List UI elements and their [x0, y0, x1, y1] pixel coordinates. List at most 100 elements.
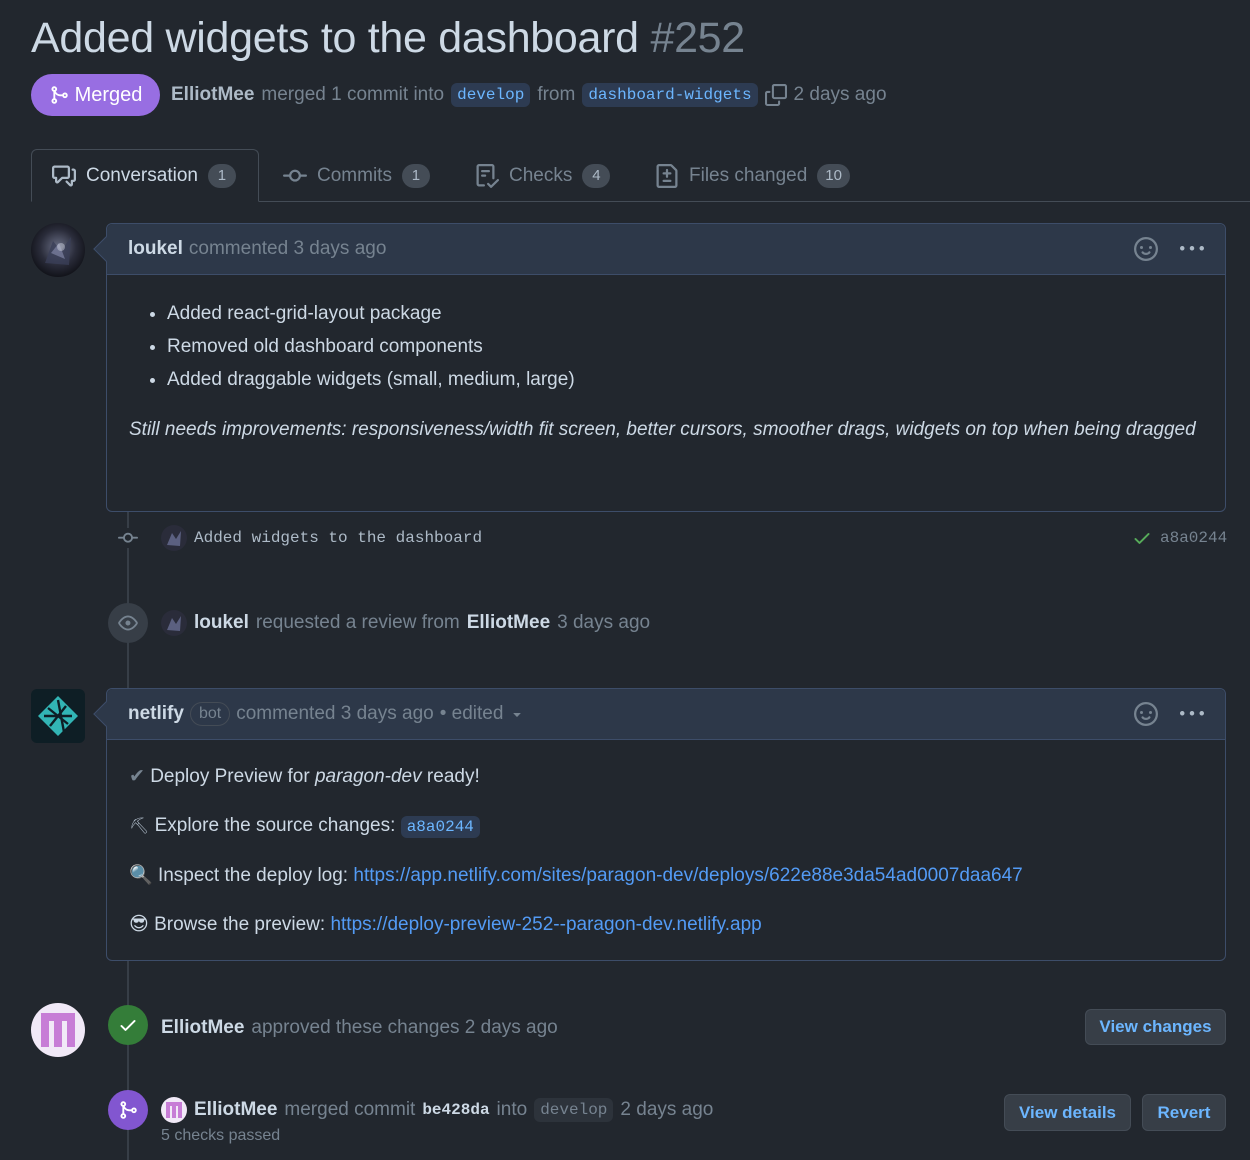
merge-text-1: merged commit	[284, 1099, 416, 1120]
tab-conversation[interactable]: Conversation 1	[31, 149, 259, 202]
deploy-ready-line: ✔ Deploy Preview for paragon-dev ready!	[129, 764, 1203, 790]
pr-number: #252	[650, 14, 745, 62]
tab-files-changed[interactable]: Files changed 10	[655, 149, 850, 202]
comment-card-netlify: netlify bot commented 3 days ago • edite…	[93, 688, 1226, 962]
check-icon	[120, 1020, 136, 1031]
comment-actions	[1134, 237, 1204, 261]
source-sha-link[interactable]: a8a0244	[400, 816, 480, 838]
line-prefix: Deploy Preview for	[150, 766, 310, 787]
merge-commit-sha[interactable]: be428da	[422, 1101, 489, 1119]
review-request-badge	[108, 603, 148, 643]
comment-note: Still needs improvements: responsiveness…	[129, 419, 1196, 440]
preview-line: 😎 Browse the preview: https://deploy-pre…	[129, 912, 1203, 938]
bot-label: bot	[189, 702, 231, 726]
comment-header: netlify bot commented 3 days ago • edite…	[107, 689, 1225, 740]
avatar-elliotmee-small[interactable]	[161, 1097, 187, 1123]
merge-event: ElliotMee merged commit be428da into dev…	[161, 1096, 713, 1124]
smiley-icon[interactable]	[1134, 237, 1158, 261]
comment-meta[interactable]: commented 3 days ago	[189, 238, 387, 260]
commit-event: Added widgets to the dashboard	[161, 525, 482, 551]
heavy-check-icon: ✔	[129, 766, 145, 787]
comment-author[interactable]: loukel	[128, 238, 183, 260]
reviewer-name[interactable]: ElliotMee	[467, 612, 550, 634]
kebab-horizontal-icon[interactable]	[1180, 237, 1204, 261]
merge-time: 2 days ago	[793, 84, 887, 105]
kebab-horizontal-icon[interactable]	[1180, 702, 1204, 726]
approval-event: ElliotMee approved these changes 2 days …	[161, 1014, 558, 1042]
tab-commits[interactable]: Commits 1	[283, 149, 430, 202]
avatar-loukel-small[interactable]	[161, 525, 187, 551]
merged-status-label: Merged	[74, 83, 143, 106]
comment-meta[interactable]: commented 3 days ago	[236, 703, 434, 725]
view-details-button[interactable]: View details	[1004, 1094, 1131, 1131]
avatar-elliotmee[interactable]	[31, 1003, 85, 1057]
merge-base-branch[interactable]: develop	[534, 1098, 614, 1122]
avatar-loukel-small[interactable]	[161, 610, 187, 636]
edited-indicator[interactable]: • edited	[440, 703, 504, 725]
commit-message[interactable]: Added widgets to the dashboard	[194, 529, 482, 547]
from-text: from	[537, 84, 576, 105]
checks-passed-text: 5 checks passed	[161, 1127, 281, 1144]
source-changes-line: ⛏ Explore the source changes: a8a0244	[129, 813, 1203, 840]
view-changes-button[interactable]: View changes	[1085, 1009, 1226, 1045]
avatar-netlify[interactable]	[31, 689, 85, 743]
merge-text: merged 1 commit into	[261, 84, 445, 105]
list-item: Removed old dashboard components	[167, 330, 1203, 363]
line-suffix: ready!	[426, 766, 480, 787]
comment-body: ✔ Deploy Preview for paragon-dev ready! …	[107, 740, 1225, 962]
merge-actor[interactable]: ElliotMee	[194, 1099, 277, 1121]
triangle-down-icon[interactable]	[509, 706, 525, 722]
git-merge-icon	[120, 1101, 137, 1119]
approval-actor[interactable]: ElliotMee	[161, 1017, 244, 1039]
merge-event-time[interactable]: 2 days ago	[620, 1099, 713, 1121]
review-time[interactable]: 3 days ago	[557, 612, 650, 634]
copy-icon[interactable]	[764, 84, 787, 106]
review-text: requested a review from	[255, 612, 460, 633]
check-icon[interactable]	[1132, 528, 1152, 548]
tab-checks-count: 4	[582, 163, 611, 188]
merger-username[interactable]: ElliotMee	[171, 84, 254, 106]
hammer-icon: ⛏	[129, 818, 150, 835]
tab-conversation-label: Conversation	[86, 164, 198, 186]
netlify-logo-icon	[38, 696, 78, 736]
merged-status-badge: Merged	[31, 74, 160, 116]
head-branch[interactable]: dashboard-widgets	[582, 83, 758, 107]
pr-title-text: Added widgets to the dashboard	[31, 14, 639, 62]
line-prefix: Explore the source changes:	[154, 815, 396, 836]
review-request-event: loukel requested a review from ElliotMee…	[161, 609, 650, 637]
list-item: Added draggable widgets (small, medium, …	[167, 363, 1203, 396]
tab-checks[interactable]: Checks 4	[475, 149, 611, 202]
checklist-icon	[476, 163, 499, 188]
magnifier-icon: 🔍	[129, 865, 153, 886]
tab-commits-label: Commits	[317, 164, 392, 186]
pr-meta-line: ElliotMee merged 1 commit into develop f…	[171, 80, 887, 110]
tab-conversation-count: 1	[207, 163, 236, 188]
review-actor[interactable]: loukel	[194, 612, 249, 634]
comment-card-loukel: loukel commented 3 days ago Added react-…	[93, 223, 1226, 512]
revert-button[interactable]: Revert	[1142, 1094, 1226, 1131]
pr-title: Added widgets to the dashboard #252	[31, 14, 745, 63]
commit-sha[interactable]: a8a0244	[1160, 529, 1227, 547]
tab-commits-count: 1	[401, 163, 430, 188]
comment-author[interactable]: netlify	[128, 703, 184, 725]
smiley-icon[interactable]	[1134, 702, 1158, 726]
deploy-log-line: 🔍 Inspect the deploy log: https://app.ne…	[129, 863, 1203, 889]
git-commit-icon	[283, 169, 307, 182]
line-prefix: Inspect the deploy log:	[157, 865, 349, 886]
comment-actions	[1134, 702, 1204, 726]
avatar-loukel[interactable]	[31, 223, 85, 277]
tab-files-changed-count: 10	[817, 163, 850, 188]
comment-discussion-icon	[52, 165, 76, 186]
comment-body: Added react-grid-layout package Removed …	[107, 275, 1225, 466]
base-branch[interactable]: develop	[451, 83, 531, 107]
line-prefix: Browse the preview:	[154, 914, 326, 935]
deploy-log-link[interactable]: https://app.netlify.com/sites/paragon-de…	[353, 865, 1022, 886]
git-commit-icon	[118, 532, 138, 543]
merge-text-2: into	[496, 1099, 528, 1120]
git-merge-icon	[51, 86, 68, 104]
comment-header: loukel commented 3 days ago	[107, 224, 1225, 275]
tab-checks-label: Checks	[509, 164, 573, 186]
eye-icon	[118, 615, 138, 631]
list-item: Added react-grid-layout package	[167, 297, 1203, 330]
preview-link[interactable]: https://deploy-preview-252--paragon-dev.…	[330, 914, 761, 935]
